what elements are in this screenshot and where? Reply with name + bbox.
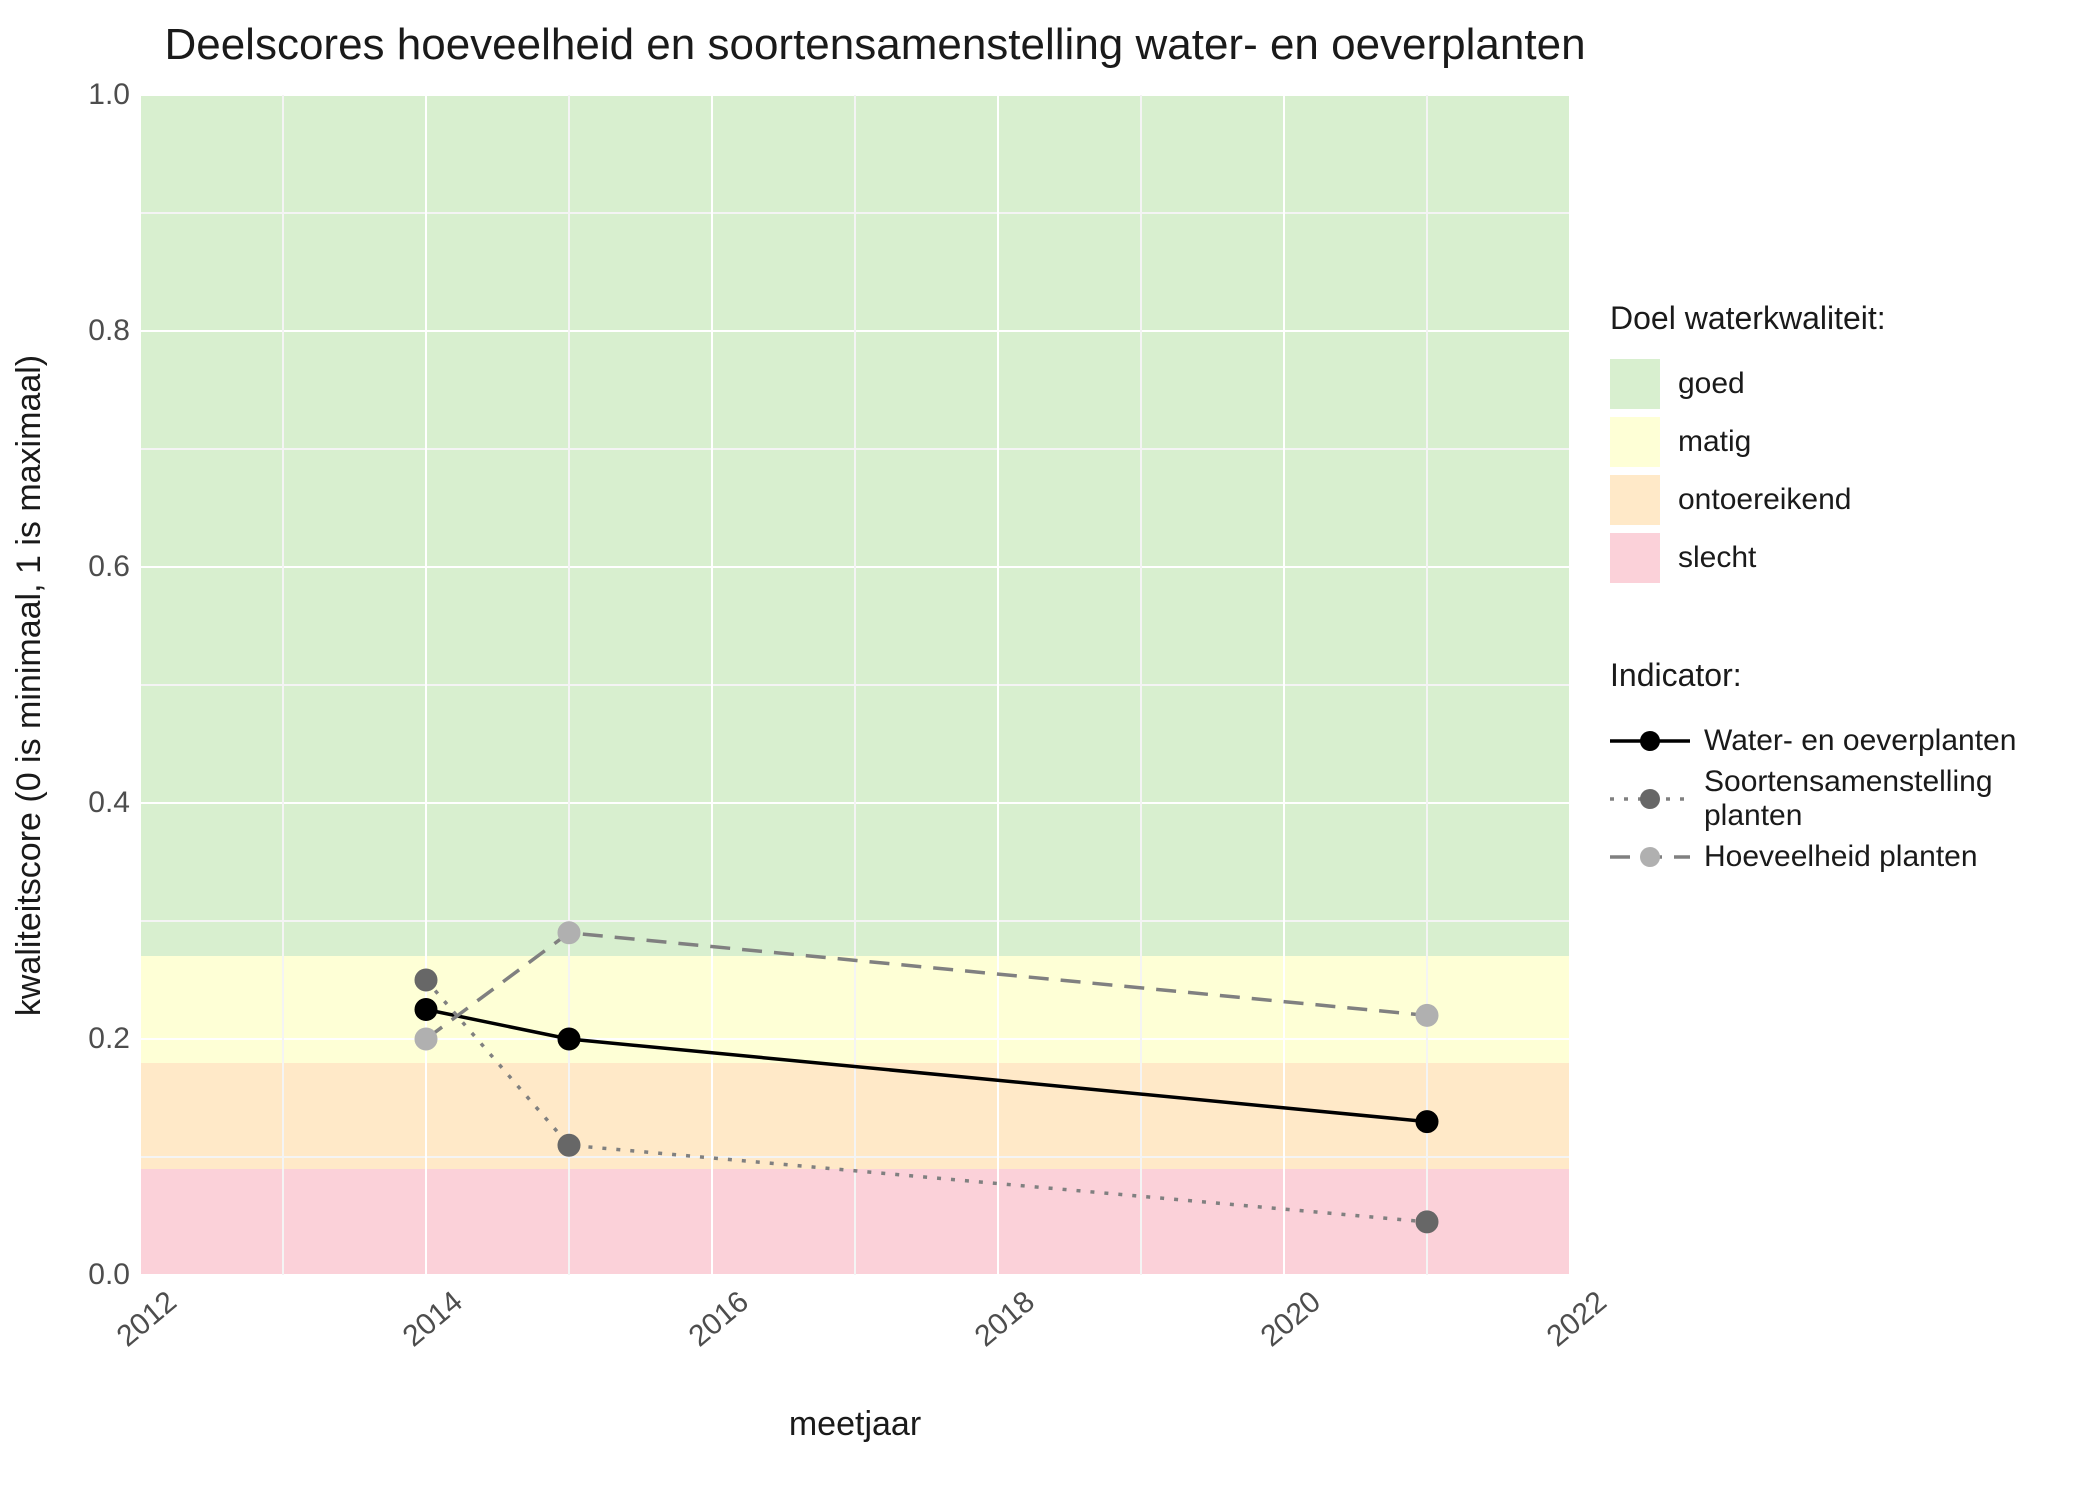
y-tick-label: 0.6 xyxy=(60,550,130,584)
series-line xyxy=(426,933,1427,1039)
x-tick-label: 2014 xyxy=(397,1285,470,1354)
series-line xyxy=(426,980,1427,1222)
y-tick-label: 0.4 xyxy=(60,786,130,820)
legend-line-swatch xyxy=(1610,779,1690,819)
y-tick-label: 0.0 xyxy=(60,1258,130,1292)
legend-series-row: Water- en oeverplanten xyxy=(1610,712,2080,770)
series-line xyxy=(426,1010,1427,1122)
legend-swatch xyxy=(1610,359,1660,409)
legend-band-row: goed xyxy=(1610,355,2080,413)
legend-band-row: slecht xyxy=(1610,529,2080,587)
series-point xyxy=(558,922,580,944)
legend-swatch xyxy=(1610,475,1660,525)
legend-series-row: Soortensamenstelling planten xyxy=(1610,770,2080,828)
legend-label: slecht xyxy=(1678,541,1756,575)
legend-swatch xyxy=(1610,533,1660,583)
lines-layer xyxy=(140,95,1570,1275)
legend-label: Hoeveelheid planten xyxy=(1704,840,1978,874)
legend-bands: Doel waterkwaliteit: goed matig ontoereike… xyxy=(1610,300,2080,587)
legend-label: matig xyxy=(1678,425,1751,459)
series-point xyxy=(415,1028,437,1050)
legend-label: goed xyxy=(1678,367,1745,401)
chart-title: Deelscores hoeveelheid en soortensamenst… xyxy=(0,20,1750,70)
legend-line-swatch xyxy=(1610,721,1690,761)
legend-swatch xyxy=(1610,417,1660,467)
legend-label: ontoereikend xyxy=(1678,483,1851,517)
y-axis-label: kwaliteitscore (0 is minimaal, 1 is maxi… xyxy=(10,95,50,1275)
x-tick-label: 2022 xyxy=(1541,1285,1614,1354)
legend-band-row: matig xyxy=(1610,413,2080,471)
legend-label: Water- en oeverplanten xyxy=(1704,724,2016,758)
y-tick-label: 0.8 xyxy=(60,314,130,348)
plot-area xyxy=(140,95,1570,1275)
legend-label: Soortensamenstelling planten xyxy=(1704,765,2080,833)
series-point xyxy=(1416,1004,1438,1026)
legend-line-swatch xyxy=(1610,837,1690,877)
legend-series-title: Indicator: xyxy=(1610,657,2080,694)
series-point xyxy=(558,1028,580,1050)
series-point xyxy=(415,999,437,1021)
x-tick-label: 2016 xyxy=(683,1285,756,1354)
x-tick-label: 2018 xyxy=(969,1285,1042,1354)
y-tick-label: 1.0 xyxy=(60,78,130,112)
legend-band-row: ontoereikend xyxy=(1610,471,2080,529)
series-point xyxy=(558,1134,580,1156)
series-point xyxy=(1416,1211,1438,1233)
x-tick-label: 2012 xyxy=(111,1285,184,1354)
series-point xyxy=(415,969,437,991)
x-axis-label: meetjaar xyxy=(140,1405,1570,1444)
legend-series: Indicator: Water- en oeverplanten Soorten… xyxy=(1610,657,2080,886)
legend: Doel waterkwaliteit: goed matig ontoereike… xyxy=(1610,300,2080,956)
legend-bands-title: Doel waterkwaliteit: xyxy=(1610,300,2080,337)
series-point xyxy=(1416,1111,1438,1133)
legend-series-row: Hoeveelheid planten xyxy=(1610,828,2080,886)
y-tick-label: 0.2 xyxy=(60,1022,130,1056)
chart-container: Deelscores hoeveelheid en soortensamenst… xyxy=(0,0,2100,1500)
x-tick-label: 2020 xyxy=(1255,1285,1328,1354)
